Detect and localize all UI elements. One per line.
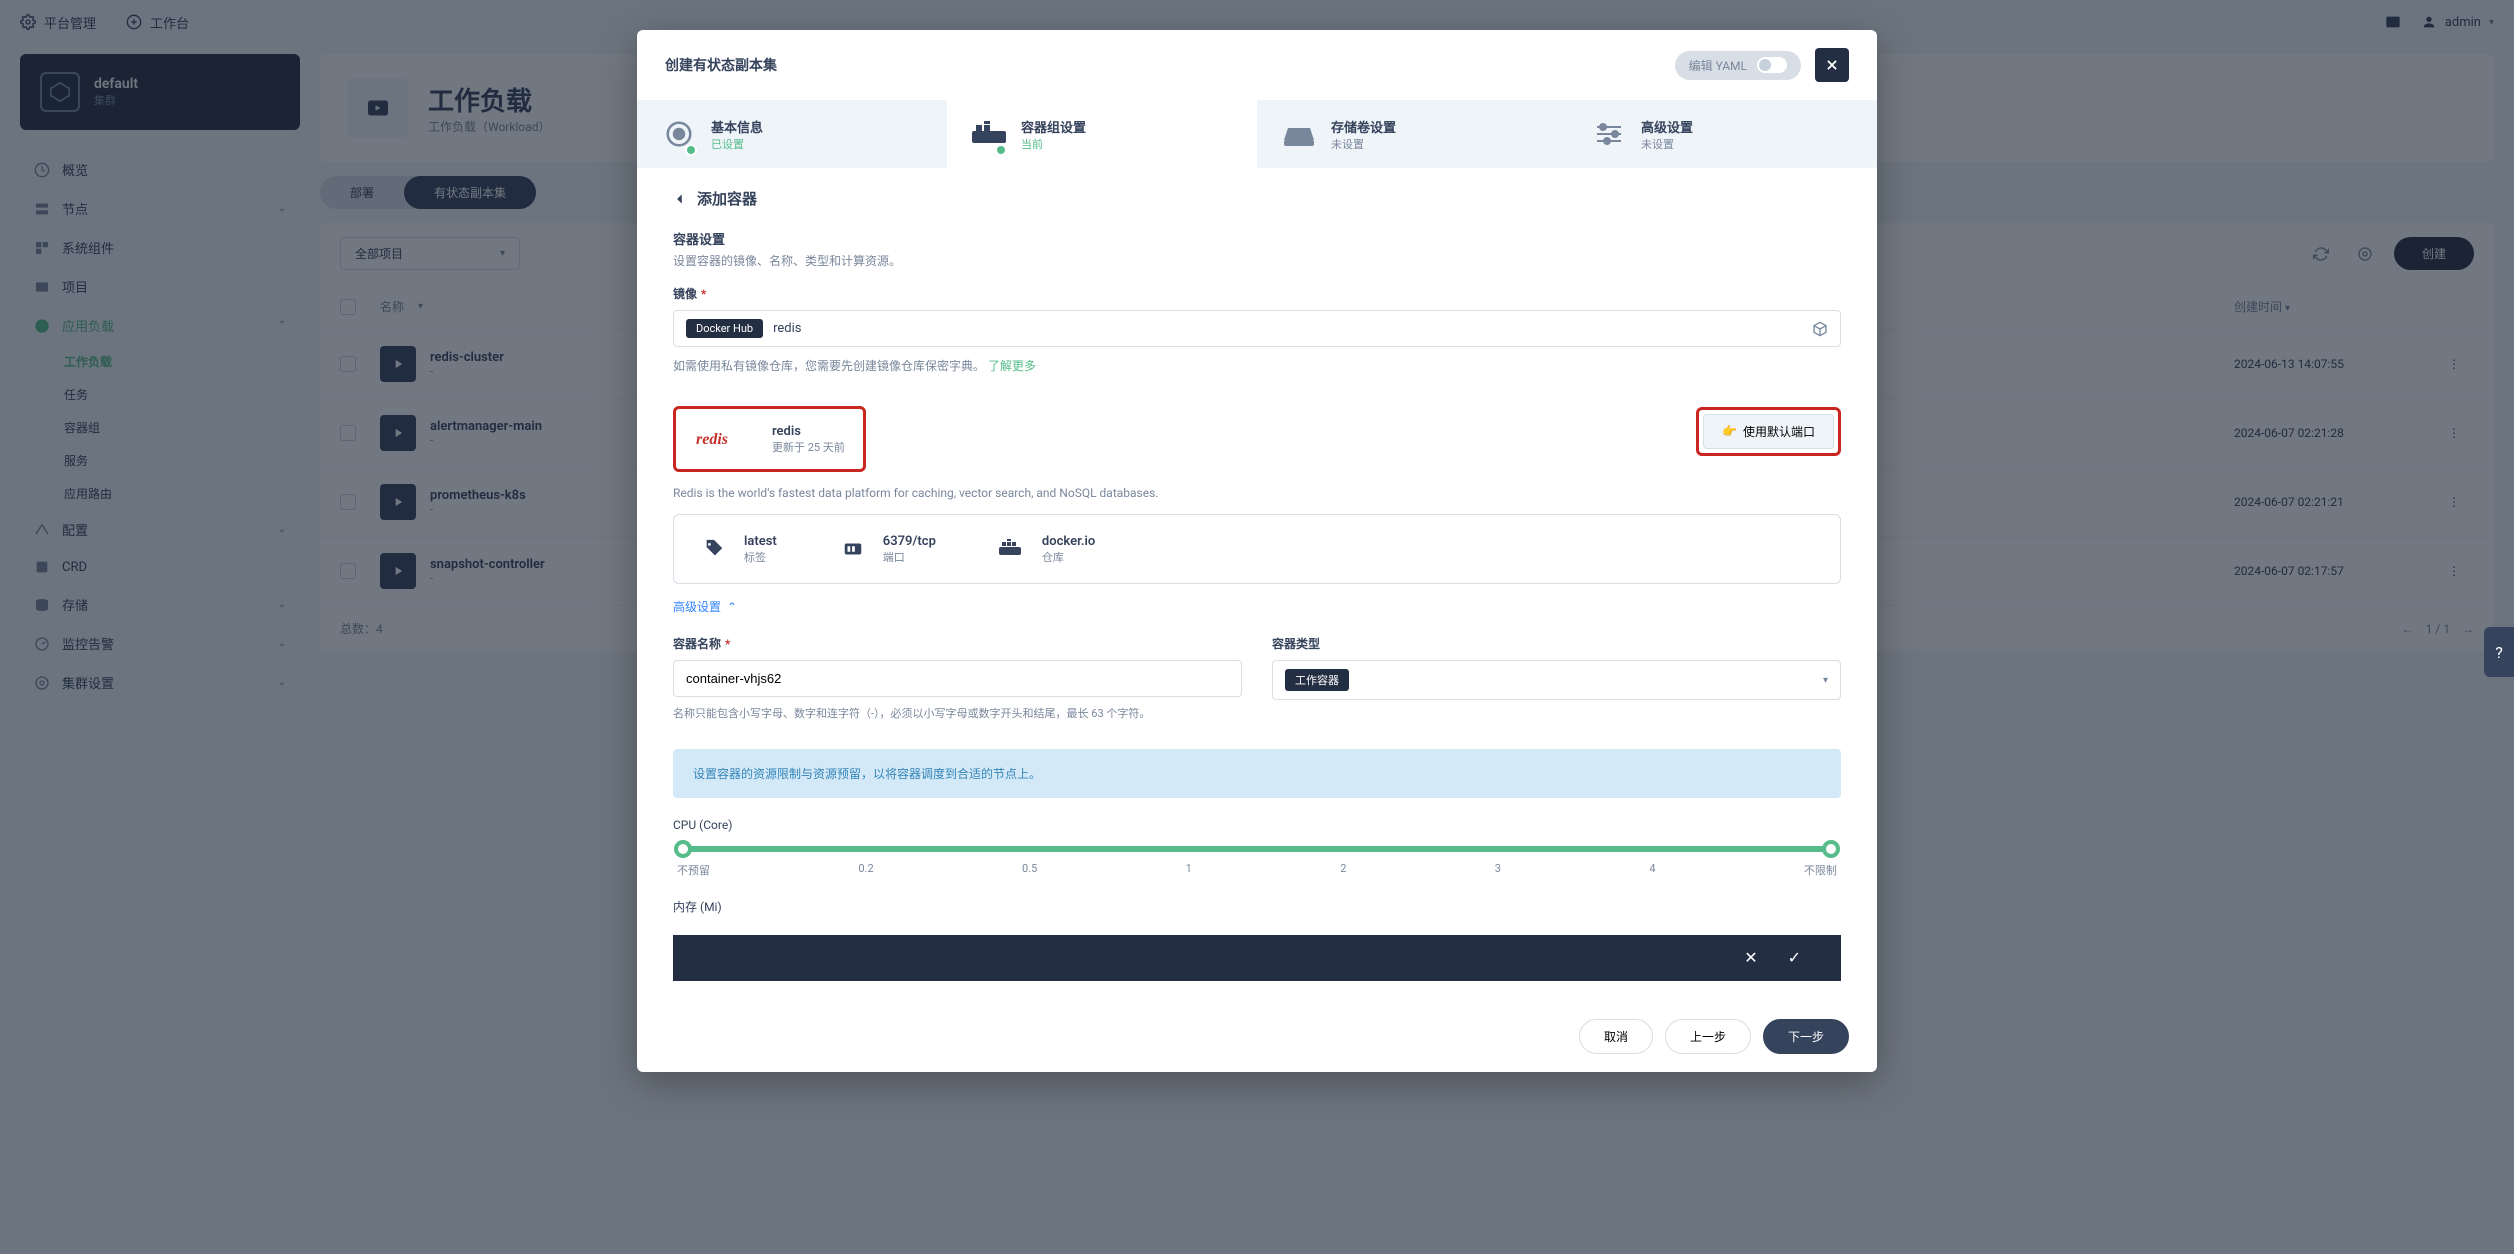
registry-chip: Docker Hub (686, 319, 763, 338)
container-settings-desc: 设置容器的镜像、名称、类型和计算资源。 (673, 252, 1841, 269)
container-type-select[interactable]: 工作容器 ▾ (1272, 660, 1841, 700)
section-header: 添加容器 (673, 188, 1841, 209)
prev-step-button[interactable]: 上一步 (1665, 1019, 1751, 1054)
cpu-slider[interactable] (683, 846, 1831, 852)
point-right-icon: 👉 (1722, 424, 1737, 438)
container-form-row: 容器名称* 名称只能包含小写字母、数字和连字符（-），必须以小写字母或数字开头和… (673, 635, 1841, 723)
image-result-card: redis redis 更新于 25 天前 (673, 406, 866, 472)
modal-footer: 取消 上一步 下一步 (637, 1001, 1877, 1072)
container-name-help: 名称只能包含小写字母、数字和连字符（-），必须以小写字母或数字开头和结尾，最长 … (673, 705, 1242, 723)
cpu-label: CPU (Core) (673, 818, 1841, 832)
create-statefulset-modal: 创建有状态副本集 编辑 YAML 基本信息已设置 容器组设置当前 (637, 30, 1877, 1072)
step-pod-settings[interactable]: 容器组设置当前 (947, 100, 1257, 168)
detail-port: 6379/tcp端口 (837, 533, 936, 565)
step-advanced[interactable]: 高级设置未设置 (1567, 100, 1877, 168)
cube-icon (1812, 321, 1828, 337)
container-settings-title: 容器设置 (673, 229, 1841, 248)
advanced-settings-toggle[interactable]: 高级设置 ⌃ (673, 598, 1841, 615)
back-arrow-icon[interactable] (673, 192, 687, 206)
redis-logo-icon: redis (694, 423, 754, 455)
step-basic-info[interactable]: 基本信息已设置 (637, 100, 947, 168)
container-type-label: 容器类型 (1272, 635, 1841, 652)
memory-slider-section: 内存 (Mi) (673, 898, 1841, 915)
confirm-container-icon[interactable]: ✓ (1788, 948, 1801, 967)
step-tabs: 基本信息已设置 容器组设置当前 存储卷设置未设置 高级设置未设置 (637, 100, 1877, 168)
image-details-card: latest标签 6379/tcp端口 docker.io仓库 (673, 514, 1841, 584)
docker-icon (996, 533, 1028, 565)
cpu-ticks: 不预留 0.2 0.5 1 2 3 4 不限制 (673, 862, 1841, 878)
storage-icon (1281, 116, 1317, 152)
result-image-name: redis (772, 424, 845, 439)
image-description: Redis is the world's fastest data platfo… (673, 486, 1841, 500)
chevron-up-icon: ⌃ (727, 600, 737, 614)
cpu-slider-min-handle[interactable] (674, 840, 692, 858)
chevron-down-icon: ▾ (1823, 675, 1828, 686)
image-input[interactable]: Docker Hub redis (673, 310, 1841, 347)
learn-more-link[interactable]: 了解更多 (988, 359, 1036, 373)
modal-title: 创建有状态副本集 (665, 55, 777, 75)
sliders-icon (1591, 116, 1627, 152)
modal-header: 创建有状态副本集 编辑 YAML (637, 30, 1877, 100)
close-button[interactable] (1815, 48, 1849, 82)
resource-info-banner: 设置容器的资源限制与资源预留，以将容器调度到合适的节点上。 (673, 749, 1841, 798)
image-value: redis (773, 321, 801, 336)
help-badge[interactable]: ? (2484, 627, 2514, 677)
tag-icon (698, 533, 730, 565)
use-default-port-button[interactable]: 👉 使用默认端口 (1703, 414, 1834, 449)
modal-overlay: 创建有状态副本集 编辑 YAML 基本信息已设置 容器组设置当前 (0, 0, 2514, 1254)
detail-tag: latest标签 (698, 533, 777, 565)
current-badge-icon (995, 144, 1007, 156)
cancel-button[interactable]: 取消 (1579, 1019, 1653, 1054)
next-step-button[interactable]: 下一步 (1763, 1019, 1849, 1054)
container-name-input[interactable] (673, 660, 1242, 697)
yaml-toggle[interactable]: 编辑 YAML (1675, 51, 1801, 80)
image-label: 镜像* (673, 285, 1841, 302)
cpu-slider-section: CPU (Core) 不预留 0.2 0.5 1 2 3 4 不限制 (673, 818, 1841, 878)
cancel-container-icon[interactable]: ✕ (1744, 948, 1757, 967)
toggle-switch (1757, 57, 1787, 73)
image-help: 如需使用私有镜像仓库，您需要先创建镜像仓库保密字典。 了解更多 (673, 357, 1841, 374)
cpu-slider-max-handle[interactable] (1822, 840, 1840, 858)
step-storage[interactable]: 存储卷设置未设置 (1257, 100, 1567, 168)
check-badge-icon (685, 144, 697, 156)
svg-text:redis: redis (696, 431, 728, 448)
port-icon (837, 533, 869, 565)
default-port-highlight: 👉 使用默认端口 (1696, 407, 1841, 456)
result-image-updated: 更新于 25 天前 (772, 439, 845, 455)
memory-label: 内存 (Mi) (673, 898, 1841, 915)
detail-registry: docker.io仓库 (996, 533, 1095, 565)
close-icon (1825, 58, 1839, 72)
container-action-bar: ✕ ✓ (673, 935, 1841, 981)
modal-body: 添加容器 容器设置 设置容器的镜像、名称、类型和计算资源。 镜像* Docker… (637, 168, 1877, 1001)
container-name-label: 容器名称* (673, 635, 1242, 652)
